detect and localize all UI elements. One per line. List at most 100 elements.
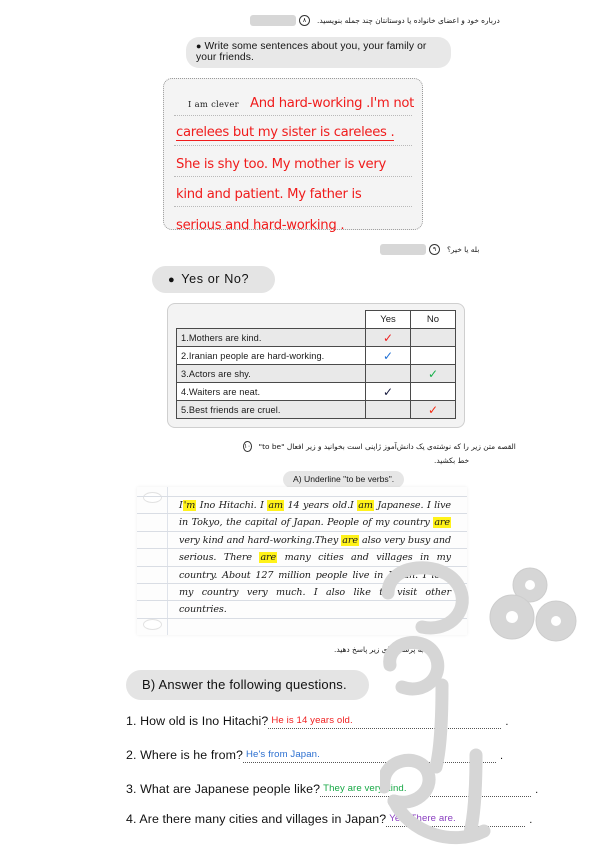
table-header-row: Yes No [177, 310, 456, 329]
section10-persian-instruction-row-2: خط بکشید. [430, 456, 500, 465]
sentence-period: . [500, 750, 504, 762]
yes-cell[interactable]: ✓ [365, 328, 411, 347]
no-cell[interactable] [410, 328, 456, 347]
question-row: 1. How old is Ino Hitachi? He is 14 years… [126, 714, 509, 729]
notebook-passage: I'm Ino Hitachi. I am 14 years old.I am … [137, 487, 467, 635]
yes-no-table-container: Yes No 1.Mothers are kind. ✓ 2.Iranian peopl… [167, 303, 465, 428]
section10-persian-instruction-row: القصه متن زیر را که نوشته‌ی یک دانش‌آموز… [240, 441, 516, 452]
part-b-persian-instruction-row: ب) به پرسش‌های زیر پاسخ دهید. [330, 645, 500, 654]
writing-line-3: She is shy too. My mother is very [174, 146, 412, 177]
highlighted-to-be-verb: are [433, 517, 451, 529]
writing-line-2: carelees but my sister is carelees . [174, 116, 412, 146]
yes-cell[interactable]: ✓ [365, 346, 411, 365]
statement-cell: 5.Best friends are cruel. [176, 400, 366, 419]
table-row: 2.Iranian people are hard-working. ✓ [176, 346, 456, 365]
sentence-period: . [529, 814, 533, 826]
answer-slot[interactable]: They are very kind. [320, 782, 532, 797]
handwritten-line-2: carelees but my sister is carelees . [176, 125, 395, 141]
handwritten-line-1: And hard-working .I'm not [250, 95, 415, 111]
section8-prompt-text: Write some sentences about you, your fam… [196, 41, 427, 63]
section8-persian-text: درباره خود و اعضای خانواده یا دوستانتان … [317, 16, 500, 25]
passage-text: 14 years old.I [283, 500, 358, 511]
section9-grey-tab [380, 244, 426, 255]
section8-number: ۸ [299, 15, 310, 26]
section10-persian-text-2: خط بکشید. [434, 456, 470, 465]
section8-prompt-pill: ● Write some sentences about you, your fa… [186, 37, 451, 68]
handwritten-answer: They are very kind. [323, 783, 407, 794]
no-cell[interactable] [410, 346, 456, 365]
binder-hole-icon [143, 492, 162, 503]
section9-persian-text: بله یا خیر؟ [447, 245, 480, 254]
answer-dotted-line [386, 826, 526, 827]
part-a-pill: A) Underline "to be verbs". [283, 471, 405, 488]
section8-grey-tab [250, 15, 296, 26]
section10-number: ۱۰ [243, 441, 252, 452]
writing-line-4: kind and patient. My father is [174, 177, 412, 207]
sentence-period: . [535, 784, 539, 796]
table-row: 5.Best friends are cruel. ✓ [176, 400, 456, 419]
printed-sentence-starter: I am clever [188, 98, 239, 109]
question-row: 3. What are Japanese people like? They ar… [126, 782, 539, 797]
table-row: 4.Waiters are neat. ✓ [176, 382, 456, 401]
answer-dotted-line [320, 796, 532, 797]
answer-slot[interactable]: He is 14 years old. [268, 714, 502, 729]
table-row: 1.Mothers are kind. ✓ [176, 328, 456, 347]
yes-cell[interactable] [365, 400, 411, 419]
part-a-label: A) Underline "to be verbs". [293, 474, 395, 484]
handwritten-line-4: kind and patient. My father is [176, 187, 362, 202]
column-header-no: No [410, 310, 456, 329]
statement-cell: 4.Waiters are neat. [176, 382, 366, 401]
question-text: 2. Where is he from? [126, 748, 244, 762]
handwritten-answer: Yes, There are. [389, 813, 456, 824]
checkmark-icon: ✓ [382, 348, 394, 363]
checkmark-icon: ✓ [427, 402, 439, 417]
section9-persian-instruction-row: بله یا خیر؟ ۹ [380, 244, 500, 255]
highlighted-to-be-verb: are [341, 534, 359, 546]
question-text: 1. How old is Ino Hitachi? [126, 714, 269, 728]
binder-hole-icon [143, 619, 162, 630]
yes-no-table: Yes No 1.Mothers are kind. ✓ 2.Iranian peopl… [176, 310, 456, 419]
handwritten-answer: He is 14 years old. [271, 715, 353, 726]
answer-dotted-line [243, 762, 497, 763]
sentence-period: . [505, 716, 509, 728]
no-cell[interactable]: ✓ [410, 364, 456, 383]
question-row: 4. Are there many cities and villages in… [126, 812, 533, 827]
highlighted-to-be-verb: 'm [182, 500, 197, 511]
handwriting-answer-box[interactable]: I am clever And hard-working .I'm not ca… [163, 78, 423, 233]
statement-cell: 3.Actors are shy. [176, 364, 366, 383]
notebook-passage-text: I'm Ino Hitachi. I am 14 years old.I am … [179, 497, 451, 619]
answer-slot[interactable]: Yes, There are. [386, 812, 526, 827]
answer-dotted-line [268, 728, 502, 729]
highlighted-to-be-verb: am [357, 500, 374, 511]
part-b-label: B) Answer the following questions. [142, 677, 347, 692]
bullet-icon: ● [196, 41, 202, 51]
notebook-margin-line [167, 487, 168, 635]
answer-slot[interactable]: He's from Japan. [243, 748, 497, 763]
checkmark-icon: ✓ [382, 384, 394, 399]
section10-persian-text: القصه متن زیر را که نوشته‌ی یک دانش‌آموز… [258, 442, 516, 451]
no-cell[interactable] [410, 382, 456, 401]
handwritten-line-3: She is shy too. My mother is very [176, 156, 386, 172]
yes-or-no-label: Yes or No? [181, 272, 250, 286]
yes-or-no-pill: ● Yes or No? [152, 266, 276, 293]
passage-text: very kind and hard-working.They [179, 534, 342, 546]
section9-number: ۹ [429, 244, 440, 255]
no-cell[interactable]: ✓ [410, 400, 456, 419]
question-text: 4. Are there many cities and villages in… [126, 812, 387, 826]
highlighted-to-be-verb: are [259, 552, 278, 564]
section8-persian-instruction-row: درباره خود و اعضای خانواده یا دوستانتان … [250, 15, 500, 26]
question-row: 2. Where is he from? He's from Japan.. [126, 748, 504, 763]
part-b-persian-text: ب) به پرسش‌های زیر پاسخ دهید. [334, 645, 436, 654]
yes-cell[interactable] [365, 364, 411, 383]
handwritten-answer: He's from Japan. [246, 749, 320, 760]
yes-cell[interactable]: ✓ [365, 382, 411, 401]
writing-line-1: I am clever And hard-working .I'm not [174, 85, 415, 116]
checkmark-icon: ✓ [382, 330, 394, 345]
statement-cell: 2.Iranian people are hard-working. [176, 346, 366, 365]
passage-text: Ino Hitachi. I [196, 500, 268, 511]
question-text: 3. What are Japanese people like? [126, 782, 321, 796]
table-header-blank [177, 311, 366, 329]
checkmark-icon: ✓ [427, 366, 439, 381]
table-row: 3.Actors are shy. ✓ [176, 364, 456, 383]
handwritten-line-5: serious and hard-working . [176, 217, 345, 233]
